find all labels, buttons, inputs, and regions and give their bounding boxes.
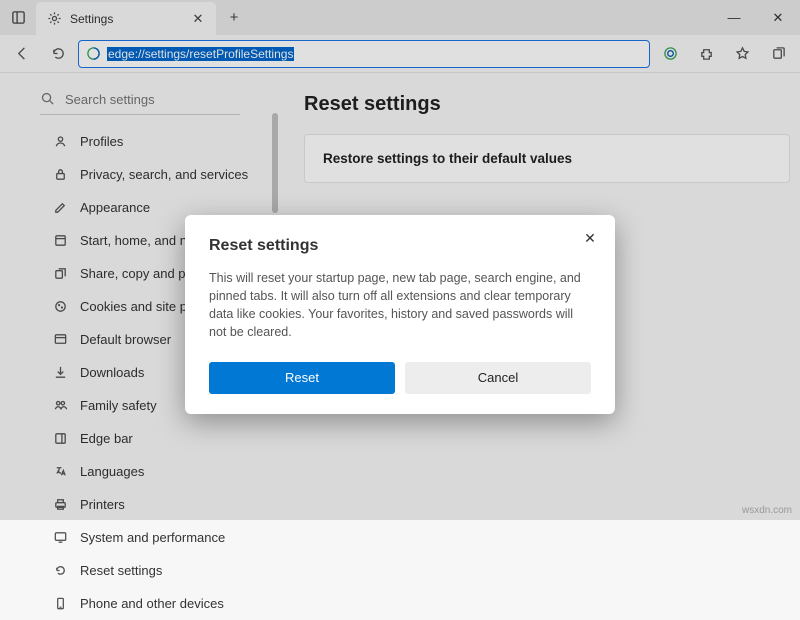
sidebar-item-reset[interactable]: Reset settings [0,554,278,587]
modal-overlay: ✕ Reset settings This will reset your st… [0,0,800,520]
dialog-title: Reset settings [209,237,591,255]
sidebar-item-system[interactable]: System and performance [0,521,278,554]
reset-settings-dialog: ✕ Reset settings This will reset your st… [185,215,615,414]
sidebar-item-label: Reset settings [80,563,162,578]
dialog-close-button[interactable]: ✕ [579,227,601,249]
phone-icon [52,596,68,612]
dialog-body: This will reset your startup page, new t… [209,269,591,342]
reset-button[interactable]: Reset [209,362,395,394]
dialog-buttons: Reset Cancel [209,362,591,394]
system-icon [52,530,68,546]
sidebar-item-phone[interactable]: Phone and other devices [0,587,278,620]
sidebar-item-label: System and performance [80,530,225,545]
reset-icon [52,563,68,579]
watermark: wsxdn.com [742,505,792,516]
cancel-button[interactable]: Cancel [405,362,591,394]
sidebar-item-label: Phone and other devices [80,596,224,611]
